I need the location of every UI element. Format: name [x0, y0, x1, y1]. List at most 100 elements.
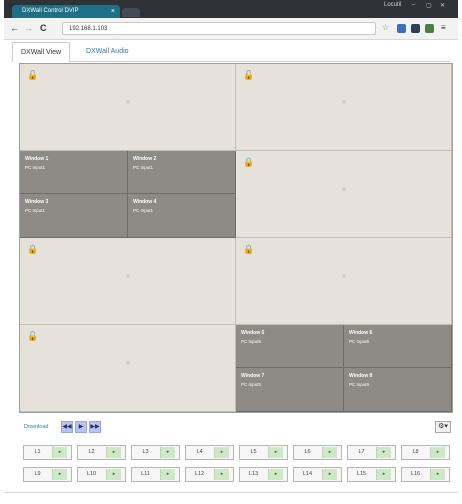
- url-field[interactable]: 192.168.1.103: [62, 22, 376, 35]
- window-source: PC Input1: [133, 208, 154, 213]
- cell-center-dot: [342, 187, 346, 191]
- layout-button[interactable]: L8 ▸: [401, 445, 450, 460]
- layout-button[interactable]: L7 ▸: [347, 445, 396, 460]
- video-wall-grid: 🔓 🔓 Window 1 PC Input1 Window 2 PC Input…: [19, 63, 453, 413]
- layout-label: L9: [34, 471, 41, 477]
- layout-button[interactable]: L6 ▸: [293, 445, 342, 460]
- layout-label: L15: [356, 471, 367, 477]
- play-button[interactable]: ▶: [75, 421, 87, 433]
- wall-cell[interactable]: 🔒: [236, 151, 452, 238]
- layout-arrow-icon[interactable]: ▸: [160, 469, 175, 480]
- layout-label: L3: [142, 449, 149, 455]
- layout-arrow-icon[interactable]: ▸: [268, 447, 283, 458]
- rewind-button[interactable]: ◀◀: [61, 421, 73, 433]
- layout-label: L16: [410, 471, 421, 477]
- layout-arrow-icon[interactable]: ▸: [322, 447, 337, 458]
- cell-center-dot: [126, 274, 130, 278]
- layout-arrow-icon[interactable]: ▸: [106, 469, 121, 480]
- layout-label: L12: [194, 471, 205, 477]
- close-window-icon[interactable]: ✕: [440, 2, 445, 9]
- layout-button[interactable]: L16 ▸: [401, 467, 450, 482]
- layout-arrow-icon[interactable]: ▸: [160, 447, 175, 458]
- cell-center-dot: [126, 361, 130, 365]
- window-source: PC Input5: [241, 382, 262, 387]
- locked-icon[interactable]: 🔒: [27, 244, 38, 255]
- layout-label: L1: [34, 449, 41, 455]
- wall-cell[interactable]: 🔓: [20, 325, 236, 412]
- window-user-label[interactable]: Locutil: [384, 2, 401, 8]
- layout-label: L2: [88, 449, 95, 455]
- layout-arrow-icon[interactable]: ▸: [52, 469, 67, 480]
- menu-icon[interactable]: ≡: [441, 23, 446, 32]
- layout-button[interactable]: L1 ▸: [23, 445, 72, 460]
- close-tab-icon[interactable]: ×: [111, 5, 115, 18]
- browser-window: DXWall Control DVIP × Locutil – ▢ ✕ ← → …: [4, 0, 458, 504]
- bookmark-star-icon[interactable]: ☆: [382, 23, 389, 32]
- wall-window[interactable]: Window 6 PC Input6: [344, 325, 452, 368]
- new-tab-button[interactable]: [122, 8, 140, 17]
- layout-button[interactable]: L5 ▸: [239, 445, 288, 460]
- layout-arrow-icon[interactable]: ▸: [376, 469, 391, 480]
- unlocked-icon[interactable]: 🔓: [27, 70, 38, 81]
- layout-arrow-icon[interactable]: ▸: [268, 469, 283, 480]
- wall-cell[interactable]: 🔓: [236, 64, 452, 151]
- wall-window[interactable]: Window 2 PC Input1: [128, 151, 236, 194]
- unlocked-icon[interactable]: 🔓: [27, 331, 38, 342]
- wall-window[interactable]: Window 1 PC Input1: [20, 151, 128, 194]
- locked-icon[interactable]: 🔒: [243, 244, 254, 255]
- layout-button[interactable]: L14 ▸: [293, 467, 342, 482]
- layout-arrow-icon[interactable]: ▸: [214, 469, 229, 480]
- layout-arrow-icon[interactable]: ▸: [376, 447, 391, 458]
- layout-label: L5: [250, 449, 257, 455]
- layout-arrow-icon[interactable]: ▸: [322, 469, 337, 480]
- locked-icon[interactable]: 🔒: [243, 157, 254, 168]
- wall-window[interactable]: Window 4 PC Input1: [128, 194, 236, 238]
- window-title: Window 7: [241, 373, 265, 379]
- layout-arrow-icon[interactable]: ▸: [106, 447, 121, 458]
- layout-button[interactable]: L2 ▸: [77, 445, 126, 460]
- wall-cell[interactable]: 🔓: [20, 64, 236, 151]
- tab-dxwall-view[interactable]: DXWall View: [12, 42, 71, 63]
- maximize-icon[interactable]: ▢: [426, 2, 432, 9]
- window-source: PC Input6: [349, 339, 370, 344]
- browser-tab[interactable]: DXWall Control DVIP ×: [12, 5, 120, 18]
- minimize-icon[interactable]: –: [412, 2, 415, 8]
- back-icon[interactable]: ←: [10, 23, 19, 33]
- reload-icon[interactable]: C: [40, 23, 47, 33]
- extension-icon[interactable]: [425, 24, 434, 33]
- forward-icon[interactable]: →: [24, 23, 33, 33]
- layout-button[interactable]: L9 ▸: [23, 467, 72, 482]
- layout-button[interactable]: L4 ▸: [185, 445, 234, 460]
- layout-label: L13: [248, 471, 259, 477]
- wall-cell[interactable]: 🔒: [236, 238, 452, 325]
- window-source: PC Input1: [25, 165, 46, 170]
- layout-arrow-icon[interactable]: ▸: [430, 469, 445, 480]
- wall-window[interactable]: Window 3 PC Input1: [20, 194, 128, 238]
- extension-icon[interactable]: [411, 24, 420, 33]
- wall-window[interactable]: Window 8 PC Input6: [344, 368, 452, 412]
- tab-dxwall-audio[interactable]: DXWall Audio: [78, 42, 137, 61]
- window-source: PC Input5: [241, 339, 262, 344]
- wall-window[interactable]: Window 5 PC Input5: [236, 325, 344, 368]
- window-title: Window 5: [241, 330, 265, 336]
- layout-button[interactable]: L3 ▸: [131, 445, 180, 460]
- layout-button[interactable]: L11 ▸: [131, 467, 180, 482]
- layout-button[interactable]: L13 ▸: [239, 467, 288, 482]
- title-bar: DXWall Control DVIP × Locutil – ▢ ✕: [4, 0, 458, 18]
- layout-arrow-icon[interactable]: ▸: [430, 447, 445, 458]
- settings-gear-button[interactable]: ⚙▾: [435, 421, 451, 433]
- layout-button[interactable]: L12 ▸: [185, 467, 234, 482]
- extension-icon[interactable]: [397, 24, 406, 33]
- fast-forward-button[interactable]: ▶▶: [89, 421, 101, 433]
- layout-button[interactable]: L10 ▸: [77, 467, 126, 482]
- window-title: Window 6: [349, 330, 373, 336]
- layout-arrow-icon[interactable]: ▸: [52, 447, 67, 458]
- layout-button[interactable]: L15 ▸: [347, 467, 396, 482]
- wall-cell[interactable]: 🔒: [20, 238, 236, 325]
- window-source: PC Input1: [25, 208, 46, 213]
- unlocked-icon[interactable]: 🔓: [243, 70, 254, 81]
- download-link[interactable]: Download: [24, 424, 48, 430]
- layout-arrow-icon[interactable]: ▸: [214, 447, 229, 458]
- wall-window[interactable]: Window 7 PC Input5: [236, 368, 344, 412]
- layout-label: L10: [86, 471, 97, 477]
